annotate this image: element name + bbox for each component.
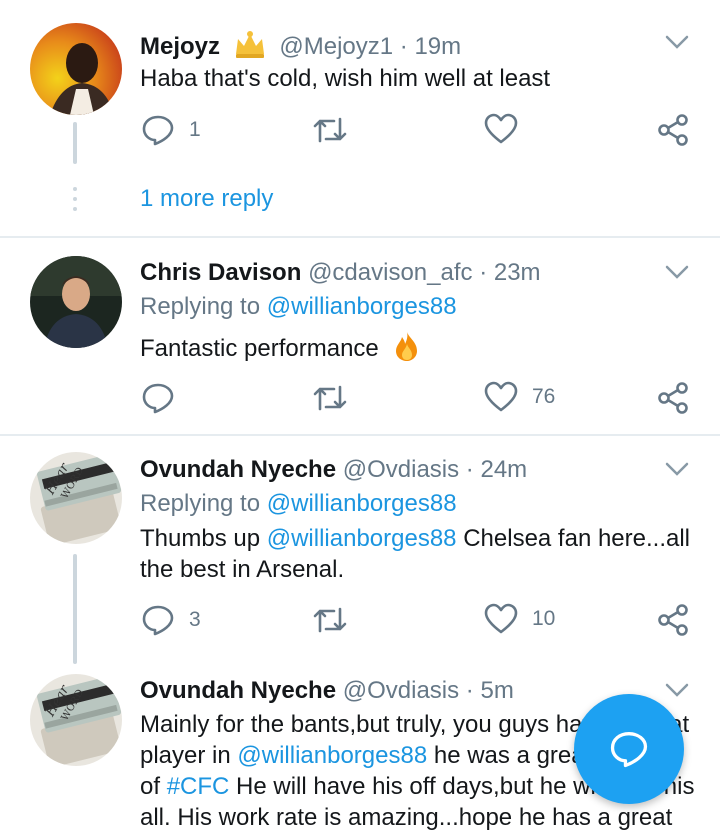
author-name[interactable]: Chris Davison xyxy=(140,259,301,286)
reply-button[interactable] xyxy=(141,381,175,415)
retweet-button[interactable] xyxy=(312,381,348,415)
text-prefix: player in xyxy=(140,742,231,769)
like-button[interactable]: 10 xyxy=(484,603,555,635)
reply-icon xyxy=(142,383,174,414)
more-replies-link[interactable]: 1 more reply xyxy=(140,185,273,213)
author-handle[interactable]: @Ovdiasis xyxy=(343,456,459,483)
share-button[interactable] xyxy=(657,381,689,415)
author-handle[interactable]: @cdavison_afc xyxy=(308,259,472,286)
heart-icon xyxy=(484,603,518,634)
retweet-icon xyxy=(313,117,347,143)
compose-reply-icon xyxy=(610,732,648,768)
crown-emoji-icon xyxy=(233,30,267,67)
chevron-down-icon[interactable] xyxy=(663,262,691,282)
avatar[interactable] xyxy=(30,256,122,348)
reply-button[interactable]: 1 xyxy=(141,113,201,147)
heart-icon xyxy=(484,113,518,144)
thread-line xyxy=(73,122,77,164)
tweet-time[interactable]: 24m xyxy=(480,456,527,483)
separator-dot: · xyxy=(465,456,474,483)
avatar[interactable]: Hear WORD xyxy=(30,674,122,766)
tweet-chris-davison[interactable]: Chris Davison @cdavison_afc · 23m Replyi… xyxy=(0,238,720,434)
text-prefix: Thumbs up xyxy=(140,525,261,552)
chevron-down-icon[interactable] xyxy=(663,459,691,479)
text-prefix: of xyxy=(140,773,161,800)
tweet-header: Ovundah Nyeche @Ovdiasis · 24m xyxy=(140,456,527,484)
retweet-button[interactable] xyxy=(312,113,348,147)
tweet-header: Chris Davison @cdavison_afc · 23m xyxy=(140,259,541,287)
tweet-time[interactable]: 19m xyxy=(414,33,461,60)
separator-dot: · xyxy=(399,33,408,60)
share-button[interactable] xyxy=(657,113,689,147)
author-handle[interactable]: @Ovdiasis xyxy=(343,677,459,704)
replying-prefix: Replying to xyxy=(140,490,261,517)
reply-count: 3 xyxy=(189,608,201,631)
avatar[interactable]: Hear WORD xyxy=(30,452,122,544)
compose-reply-button[interactable] xyxy=(574,694,684,804)
retweet-button[interactable] xyxy=(312,603,348,637)
tweet-mejoyz[interactable]: Mejoyz @Mejoyz1 · 19m Haba that's cold, … xyxy=(0,0,720,236)
author-name[interactable]: Ovundah Nyeche xyxy=(140,456,336,483)
author-name[interactable]: Ovundah Nyeche xyxy=(140,677,336,704)
hashtag-link[interactable]: #CFC xyxy=(167,773,230,800)
share-button[interactable] xyxy=(657,603,689,637)
tweet-header: Mejoyz @Mejoyz1 · 19m xyxy=(140,30,461,67)
like-button[interactable] xyxy=(484,113,518,145)
like-count: 10 xyxy=(532,607,556,630)
reply-count: 1 xyxy=(189,118,201,141)
tweet-time[interactable]: 23m xyxy=(494,259,541,286)
chevron-down-icon[interactable] xyxy=(663,680,691,700)
thread-line xyxy=(73,554,77,664)
thread-dots xyxy=(73,187,77,217)
author-handle[interactable]: @Mejoyz1 xyxy=(279,33,393,60)
text-line-4: all. His work rate is amazing...hope he … xyxy=(140,804,673,831)
replying-to: Replying to @willianborges88 xyxy=(140,490,457,518)
tweet-text: Fantastic performance xyxy=(140,330,700,370)
tweet-ovundah-nyeche-1[interactable]: Hear WORD Ovundah Nyeche @Ovdiasis · 24m… xyxy=(0,436,720,672)
fire-emoji-icon xyxy=(391,330,423,370)
tweet-time[interactable]: 5m xyxy=(480,677,513,704)
tweet-header: Ovundah Nyeche @Ovdiasis · 5m xyxy=(140,677,514,705)
replying-mention[interactable]: @willianborges88 xyxy=(267,490,457,517)
separator-dot: · xyxy=(479,259,488,286)
like-count: 76 xyxy=(532,385,556,408)
replying-to: Replying to @willianborges88 xyxy=(140,293,457,321)
reply-icon xyxy=(142,605,174,636)
share-icon xyxy=(658,382,688,414)
tweet-text: Haba that's cold, wish him well at least xyxy=(140,65,551,92)
text-mention[interactable]: @willianborges88 xyxy=(267,525,457,552)
tweet-text-content: Fantastic performance xyxy=(140,335,379,362)
like-button[interactable]: 76 xyxy=(484,381,555,413)
heart-icon xyxy=(484,381,518,412)
retweet-icon xyxy=(313,385,347,411)
reply-button[interactable]: 3 xyxy=(141,603,201,637)
author-name[interactable]: Mejoyz xyxy=(140,33,220,60)
reply-icon xyxy=(142,115,174,146)
share-icon xyxy=(658,604,688,636)
share-icon xyxy=(658,114,688,146)
chevron-down-icon[interactable] xyxy=(663,32,691,52)
separator-dot: · xyxy=(465,677,474,704)
replying-mention[interactable]: @willianborges88 xyxy=(267,293,457,320)
replying-prefix: Replying to xyxy=(140,293,261,320)
tweet-text: Thumbs up @willianborges88 Chelsea fan h… xyxy=(140,523,700,585)
retweet-icon xyxy=(313,607,347,633)
text-mention[interactable]: @willianborges88 xyxy=(237,742,427,769)
avatar[interactable] xyxy=(30,23,122,115)
